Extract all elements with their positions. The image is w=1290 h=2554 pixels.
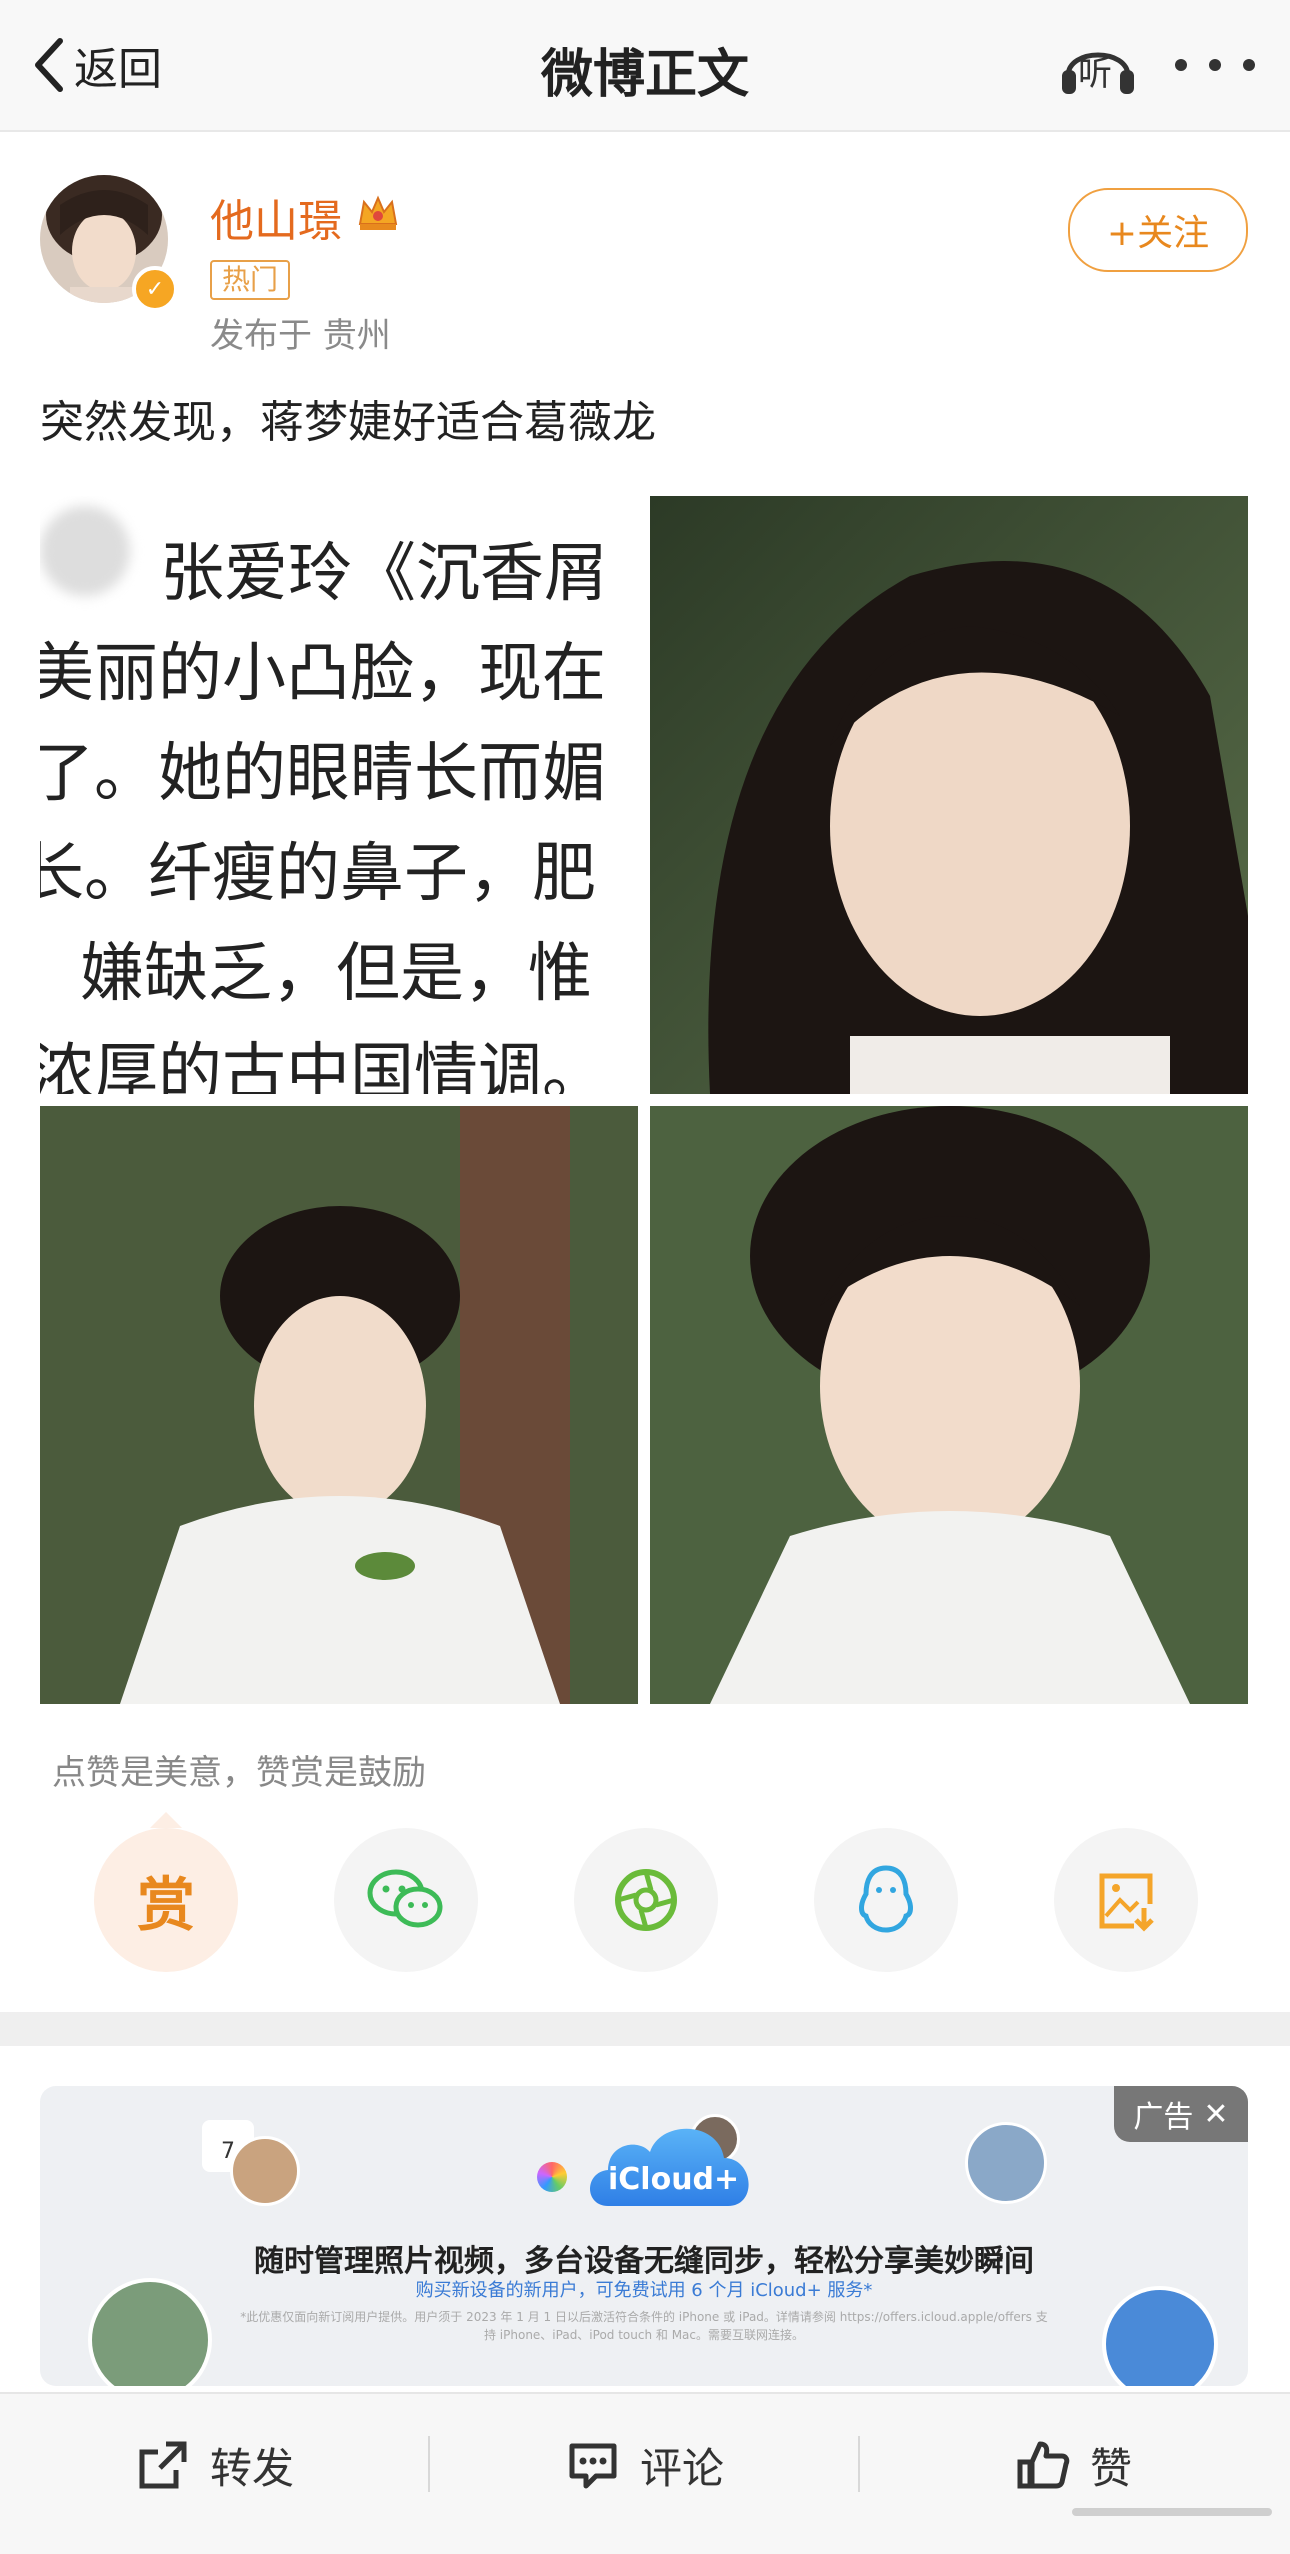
share-moments-button[interactable] — [574, 1828, 718, 1972]
close-icon: ✕ — [1203, 2096, 1229, 2132]
ad-headline: 随时管理照片视频，多台设备无缝同步，轻松分享美妙瞬间 — [254, 2244, 1034, 2279]
image-text-line: 嫌缺乏，但是，惟 — [80, 937, 592, 1011]
repost-button[interactable]: 转发 — [136, 2430, 294, 2500]
ad-fine-print: *此优惠仅面向新订阅用户提供。用户须于 2023 年 1 月 1 日以后激活符合… — [240, 2310, 1048, 2342]
comment-icon — [569, 2443, 617, 2489]
ad-tag-label: 广告 — [1133, 2100, 1194, 2135]
repost-label: 转发 — [210, 2443, 295, 2493]
like-label: 赞 — [1090, 2443, 1133, 2493]
section-divider — [0, 2012, 1290, 2046]
share-wechat-button[interactable] — [334, 1828, 478, 1972]
post-location: 发布于 贵州 — [210, 316, 391, 356]
reward-button[interactable]: 赏 — [94, 1828, 238, 1972]
divider — [428, 2436, 430, 2492]
post-image-2[interactable] — [650, 496, 1248, 1094]
home-indicator — [1072, 2508, 1272, 2516]
comment-button[interactable]: 评论 — [566, 2430, 724, 2500]
follow-button[interactable]: +关注 — [1068, 188, 1248, 272]
listen-label: 听 — [1078, 54, 1112, 94]
like-button[interactable]: 赞 — [1016, 2430, 1132, 2500]
portrait-photo — [40, 1106, 638, 1704]
comment-label: 评论 — [640, 2443, 725, 2493]
divider — [858, 2436, 860, 2492]
image-text-line: 浓厚的古中国情调。 — [40, 1037, 606, 1094]
portrait-photo — [650, 1106, 1248, 1704]
blurred-avatar — [40, 506, 130, 596]
photos-icon — [537, 2162, 567, 2192]
ad-avatar — [965, 2122, 1047, 2204]
verified-badge-icon: ✓ — [132, 266, 178, 312]
image-text-line: 长。纤瘦的鼻子，肥 — [40, 837, 596, 911]
reward-hint: 点赞是美意，赞赏是鼓励 — [52, 1753, 426, 1793]
post-image-1[interactable]: 张爱玲《沉香屑 美丽的小凸脸，现在 了。她的眼睛长而媚 长。纤瘦的鼻子，肥 嫌缺… — [40, 496, 638, 1094]
save-image-icon — [1099, 1873, 1154, 1932]
username[interactable]: 他山璟 — [210, 185, 342, 249]
icloud-logo: iCloud+ — [578, 2114, 766, 2214]
wechat-icon — [367, 1869, 443, 1928]
thumbs-up-icon — [1017, 2441, 1070, 2489]
post-image-4[interactable] — [650, 1106, 1248, 1704]
portrait-photo — [650, 496, 1248, 1094]
hint-pointer — [150, 1812, 182, 1828]
ad-close-button[interactable]: 广告 ✕ — [1114, 2086, 1248, 2142]
moments-icon — [615, 1869, 677, 1931]
image-text-line: 张爱玲《沉香屑 — [160, 537, 608, 611]
more-button[interactable] — [1175, 40, 1255, 90]
post-image-3[interactable] — [40, 1106, 638, 1704]
vip-crown-icon[interactable] — [356, 190, 400, 234]
reward-label: 赏 — [136, 1871, 195, 1939]
qq-icon — [859, 1865, 913, 1933]
image-text-line: 了。她的眼睛长而媚 — [40, 737, 606, 811]
hot-badge: 热门 — [210, 260, 291, 300]
ad-avatar — [230, 2136, 300, 2206]
post-text: 突然发现，蒋梦婕好适合葛薇龙 — [40, 397, 656, 448]
share-qq-button[interactable] — [814, 1828, 958, 1972]
repost-icon — [139, 2441, 187, 2489]
image-text-line: 美丽的小凸脸，现在 — [40, 637, 606, 711]
save-image-button[interactable] — [1054, 1828, 1198, 1972]
ad-subline: 购买新设备的新用户，可免费试用 6 个月 iCloud+ 服务* — [415, 2280, 873, 2301]
listen-button[interactable]: 听 — [1058, 30, 1138, 100]
more-icon — [1175, 59, 1187, 71]
